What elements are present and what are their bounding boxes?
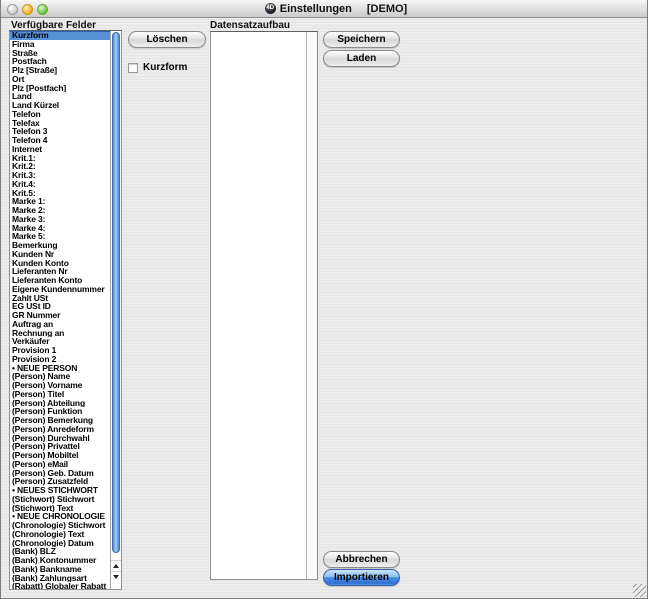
list-item[interactable]: Postfach — [10, 57, 110, 66]
list-item[interactable]: EG USt ID — [10, 302, 110, 311]
list-item[interactable]: (Chronologie) Datum — [10, 539, 110, 548]
cancel-button[interactable]: Abbrechen — [323, 551, 400, 568]
list-item[interactable]: Lieferanten Konto — [10, 276, 110, 285]
list-item[interactable]: GR Nummer — [10, 311, 110, 320]
window-title-suffix: [DEMO] — [367, 3, 407, 15]
window-controls — [7, 4, 48, 15]
minimize-icon[interactable] — [22, 4, 33, 15]
record-structure-list — [210, 31, 318, 580]
available-fields-rows: KurzformFirmaStraßePostfachPlz [Straße]O… — [10, 31, 110, 589]
list-item[interactable]: Kurzform — [10, 31, 110, 40]
list-item[interactable]: Plz [Straße] — [10, 66, 110, 75]
list-item[interactable]: • NEUES STICHWORT — [10, 486, 110, 495]
list-item[interactable]: Telefon 4 — [10, 136, 110, 145]
settings-window: 4D Einstellungen [DEMO] Verfügbare Felde… — [0, 0, 648, 599]
available-fields-list: KurzformFirmaStraßePostfachPlz [Straße]O… — [9, 30, 122, 590]
list-item[interactable]: (Person) Titel — [10, 390, 110, 399]
list-item[interactable]: Krit.2: — [10, 162, 110, 171]
list-item[interactable]: (Person) Funktion — [10, 407, 110, 416]
list-item[interactable]: (Person) Abteilung — [10, 399, 110, 408]
titlebar: 4D Einstellungen [DEMO] — [1, 0, 647, 18]
kurzform-checkbox-label: Kurzform — [143, 62, 187, 73]
list-item[interactable]: (Person) Durchwahl — [10, 434, 110, 443]
list-item[interactable]: Provision 1 — [10, 346, 110, 355]
scroll-down-icon[interactable] — [111, 571, 121, 582]
list-item[interactable]: (Stichwort) Stichwort — [10, 495, 110, 504]
list-item[interactable]: Marke 1: — [10, 197, 110, 206]
list-item[interactable]: Marke 4: — [10, 224, 110, 233]
list-item[interactable]: Bemerkung — [10, 241, 110, 250]
list-item[interactable]: Ort — [10, 75, 110, 84]
record-structure-rows — [211, 32, 306, 579]
list-item[interactable]: Telefax — [10, 119, 110, 128]
list-item[interactable]: Marke 5: — [10, 232, 110, 241]
scrollbar-thumb[interactable] — [112, 32, 120, 553]
list-item[interactable]: (Bank) Zahlungsart — [10, 574, 110, 583]
list-item[interactable]: (Person) eMail — [10, 460, 110, 469]
list-item[interactable]: Krit.5: — [10, 189, 110, 198]
list-item[interactable]: (Person) Name — [10, 372, 110, 381]
list-item[interactable]: Plz [Postfach] — [10, 84, 110, 93]
list-item[interactable]: Straße — [10, 49, 110, 58]
save-button[interactable]: Speichern — [323, 31, 400, 48]
list-item[interactable]: (Bank) Kontonummer — [10, 556, 110, 565]
list-item[interactable]: (Rabatt) Globaler Rabatt — [10, 582, 110, 589]
list-item[interactable]: Land — [10, 92, 110, 101]
list-item[interactable]: Verkäufer — [10, 337, 110, 346]
list-item[interactable]: Marke 3: — [10, 215, 110, 224]
list-item[interactable]: Zahlt USt — [10, 294, 110, 303]
window-title: Einstellungen — [280, 3, 352, 15]
list-item[interactable]: (Person) Bemerkung — [10, 416, 110, 425]
resize-grip-icon[interactable] — [633, 584, 646, 597]
list-item[interactable]: (Person) Privattel — [10, 442, 110, 451]
list-item[interactable]: (Chronologie) Stichwort — [10, 521, 110, 530]
list-item[interactable]: Land Kürzel — [10, 101, 110, 110]
window-title-group: 4D Einstellungen [DEMO] — [241, 3, 407, 15]
kurzform-checkbox-group: Kurzform — [128, 62, 187, 73]
record-structure-label: Datensatzaufbau — [210, 20, 290, 31]
list-item[interactable]: Marke 2: — [10, 206, 110, 215]
list-item[interactable]: Telefon — [10, 110, 110, 119]
list-item[interactable]: Krit.3: — [10, 171, 110, 180]
list-item[interactable]: (Person) Anredeform — [10, 425, 110, 434]
list-item[interactable]: Lieferanten Nr — [10, 267, 110, 276]
list-item[interactable]: Rechnung an — [10, 329, 110, 338]
list-item[interactable]: Krit.1: — [10, 154, 110, 163]
list-item[interactable]: (Person) Mobiltel — [10, 451, 110, 460]
kurzform-checkbox[interactable] — [128, 63, 138, 73]
list-item[interactable]: (Bank) Bankname — [10, 565, 110, 574]
list-item[interactable]: Provision 2 — [10, 355, 110, 364]
list-item[interactable]: Eigene Kundennummer — [10, 285, 110, 294]
list-item[interactable]: • NEUE PERSON — [10, 364, 110, 373]
list-item[interactable]: Kunden Nr — [10, 250, 110, 259]
import-button[interactable]: Importieren — [323, 569, 400, 586]
record-scrollbar-track — [306, 32, 317, 579]
load-button[interactable]: Laden — [323, 50, 400, 67]
list-item[interactable]: (Stichwort) Text — [10, 504, 110, 513]
app-4d-icon: 4D — [265, 3, 276, 14]
delete-button[interactable]: Löschen — [128, 31, 206, 48]
list-item[interactable]: Krit.4: — [10, 180, 110, 189]
fields-scrollbar[interactable] — [110, 31, 121, 589]
zoom-icon[interactable] — [37, 4, 48, 15]
list-item[interactable]: (Person) Geb. Datum — [10, 469, 110, 478]
list-item[interactable]: Kunden Konto — [10, 259, 110, 268]
list-item[interactable]: (Person) Zusatzfeld — [10, 477, 110, 486]
list-item[interactable]: Telefon 3 — [10, 127, 110, 136]
scroll-up-icon[interactable] — [111, 560, 121, 571]
list-item[interactable]: Firma — [10, 40, 110, 49]
list-item[interactable]: Internet — [10, 145, 110, 154]
list-item[interactable]: (Person) Vorname — [10, 381, 110, 390]
scrollbar-arrows — [111, 560, 121, 582]
list-item[interactable]: (Bank) BLZ — [10, 547, 110, 556]
list-item[interactable]: • NEUE CHRONOLOGIE — [10, 512, 110, 521]
list-item[interactable]: Auftrag an — [10, 320, 110, 329]
list-item[interactable]: (Chronologie) Text — [10, 530, 110, 539]
close-icon[interactable] — [7, 4, 18, 15]
